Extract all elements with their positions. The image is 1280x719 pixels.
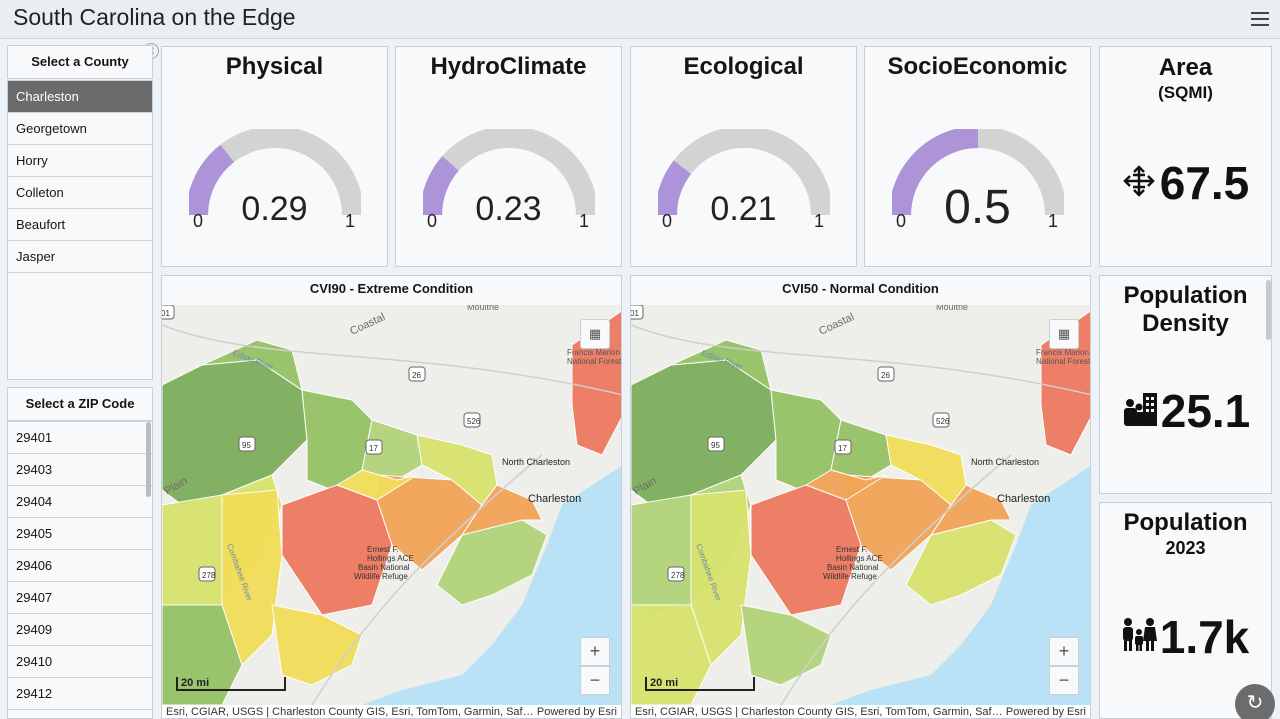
attribution-text: Esri, CGIAR, USGS | Charleston County GI… [635, 706, 1003, 718]
scale-label: 20 mi [181, 677, 210, 689]
area-value: 67.5 [1159, 157, 1250, 209]
county-item-jasper[interactable]: Jasper [8, 241, 152, 273]
gauge-title: HydroClimate [430, 53, 587, 80]
scale-label: 20 mi [650, 677, 679, 689]
zip-item[interactable]: 29407 [8, 582, 152, 614]
population-value: 1.7k [1159, 611, 1250, 663]
gauge-physical: Physical 0 1 0.29 [161, 46, 388, 267]
zip-list-title: Select a ZIP Code [7, 387, 153, 421]
attribution-text: Esri, CGIAR, USGS | Charleston County GI… [166, 706, 534, 718]
hamburger-menu-icon[interactable] [1251, 12, 1269, 26]
route-label: 17 [838, 444, 847, 453]
county-item-charleston[interactable]: Charleston [8, 81, 152, 113]
county-item-colleton[interactable]: Colleton [8, 177, 152, 209]
density-title: Population [1123, 282, 1248, 309]
route-label: 95 [242, 441, 251, 450]
route-label: 526 [467, 417, 481, 426]
map-label: North Charleston [971, 457, 1039, 467]
gauge-ecological: Ecological 0 1 0.21 [630, 46, 857, 267]
route-label: 17 [369, 444, 378, 453]
route-label: 26 [412, 371, 421, 380]
density-card: Population Density 25.1 [1099, 275, 1272, 494]
map-attribution: Esri, CGIAR, USGS | Charleston County GI… [162, 705, 621, 718]
map-attribution: Esri, CGIAR, USGS | Charleston County GI… [631, 705, 1090, 718]
gauge-hydroclimate: HydroClimate 0 1 0.23 [395, 46, 622, 267]
map-label: Basin National [827, 563, 879, 572]
zoom-in-button[interactable]: + [580, 637, 610, 666]
route-label: 526 [936, 417, 950, 426]
map-title: CVI90 - Extreme Condition [309, 281, 474, 296]
county-list-title: Select a County [7, 45, 153, 79]
qr-code-icon[interactable]: ▦ [580, 319, 610, 349]
side-scrollbar[interactable] [1266, 280, 1271, 340]
zip-list-scrollbar[interactable] [146, 422, 151, 497]
density-value: 25.1 [1160, 385, 1251, 437]
map-label: National Forest [1036, 357, 1091, 366]
map-label: Basin National [358, 563, 410, 572]
map-label: North Charleston [502, 457, 570, 467]
county-item-horry[interactable]: Horry [8, 145, 152, 177]
zip-item[interactable]: 29401 [8, 422, 152, 454]
map-canvas[interactable]: MoultrieCoastalFrancis MarionNational Fo… [162, 305, 622, 705]
map-label: Francis Marion [1036, 348, 1089, 357]
route-label: 01 [631, 309, 639, 318]
gauge-title: Physical [225, 53, 324, 80]
zip-item[interactable]: 29410 [8, 646, 152, 678]
map-label: Wildlife Refuge [354, 572, 408, 581]
area-card: Area (SQMI) 67.5 [1099, 46, 1272, 267]
refresh-icon[interactable]: ↻ [1235, 684, 1275, 719]
zoom-in-button[interactable]: + [1049, 637, 1079, 666]
map-label: Moultrie [936, 305, 968, 312]
map-label: Wildlife Refuge [823, 572, 877, 581]
map-title: CVI50 - Normal Condition [782, 281, 939, 296]
app-title: South Carolina on the Edge [13, 4, 296, 30]
county-list: Charleston Georgetown Horry Colleton Bea… [7, 80, 153, 380]
map-label: Ernest F. [836, 545, 868, 554]
powered-by-link[interactable]: Powered by Esri [537, 705, 617, 718]
zoom-out-button[interactable]: − [580, 666, 610, 695]
map-label: Francis Marion [567, 348, 620, 357]
map-label: Moultrie [467, 305, 499, 312]
powered-by-link[interactable]: Powered by Esri [1006, 705, 1086, 718]
map-cvi50[interactable]: CVI50 - Normal Condition Moultrie Coastal… [630, 275, 1091, 719]
zoom-out-button[interactable]: − [1049, 666, 1079, 695]
map-label: Charleston [997, 493, 1050, 505]
density-title-line2: Density [1142, 310, 1229, 337]
route-label: 278 [671, 571, 685, 580]
map-label: Charleston [528, 493, 581, 505]
population-subtitle: 2023 [1165, 538, 1206, 558]
gauge-value: 0.23 [475, 190, 542, 228]
zip-item[interactable]: 29406 [8, 550, 152, 582]
route-label: 278 [202, 571, 216, 580]
area-title: Area [1158, 54, 1213, 81]
map-canvas[interactable]: MoultrieCoastalFrancis MarionNational Fo… [631, 305, 1091, 705]
area-subtitle: (SQMI) [1158, 83, 1213, 102]
zip-list: 29401 29403 29404 29405 29406 29407 2940… [7, 421, 153, 719]
gauge-socioeconomic: SocioEconomic 0 1 0.5 [864, 46, 1091, 267]
gauge-value: 0.21 [710, 190, 777, 228]
gauge-value: 0.29 [241, 190, 308, 228]
gauge-title: Ecological [683, 53, 804, 80]
app-header: South Carolina on the Edge [0, 0, 1280, 39]
zip-item[interactable]: 29412 [8, 678, 152, 710]
zip-item[interactable]: 29403 [8, 454, 152, 486]
qr-code-icon[interactable]: ▦ [1049, 319, 1079, 349]
route-label: 01 [162, 309, 170, 318]
map-label: National Forest [567, 357, 622, 366]
route-label: 26 [881, 371, 890, 380]
county-item-georgetown[interactable]: Georgetown [8, 113, 152, 145]
zip-item[interactable]: 29405 [8, 518, 152, 550]
map-label: Hollings ACE [836, 554, 883, 563]
zip-item[interactable]: 29404 [8, 486, 152, 518]
route-label: 95 [711, 441, 720, 450]
map-label: Hollings ACE [367, 554, 414, 563]
county-item-beaufort[interactable]: Beaufort [8, 209, 152, 241]
map-cvi90[interactable]: CVI90 - Extreme Condition Moultrie Coasta… [161, 275, 622, 719]
map-label: Ernest F. [367, 545, 399, 554]
population-title: Population [1123, 509, 1248, 536]
gauge-value: 0.5 [944, 181, 1011, 234]
zip-item[interactable]: 29409 [8, 614, 152, 646]
gauge-title: SocioEconomic [887, 53, 1068, 80]
